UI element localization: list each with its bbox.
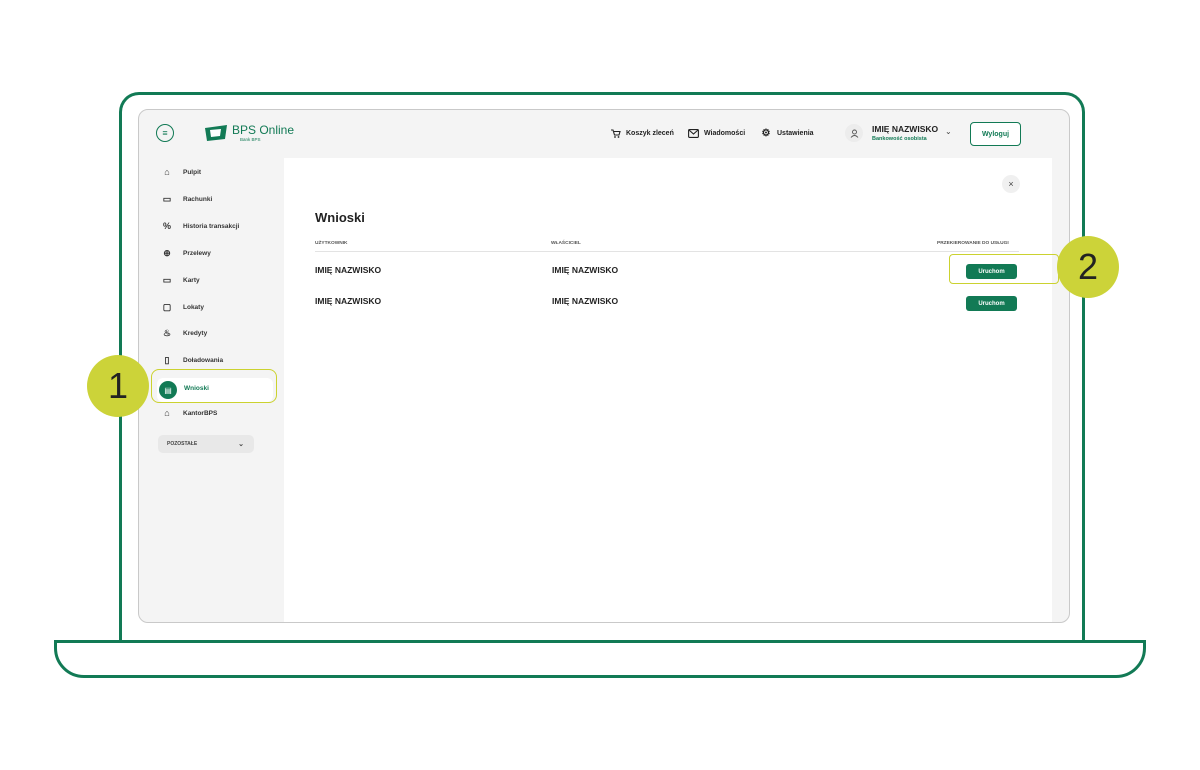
close-button[interactable]: × <box>1002 175 1020 193</box>
others-dropdown[interactable]: POZOSTAŁE ⌄ <box>158 435 254 453</box>
nav-settings[interactable]: ⚙ Ustawienia <box>760 127 814 139</box>
mail-icon <box>687 127 699 139</box>
deposit-icon: ▢ <box>162 301 172 312</box>
user-account-type: Bankowość osobista <box>872 136 927 142</box>
nav-settings-label: Ustawienia <box>777 129 814 137</box>
column-header-redirect: PRZEKIEROWANIE DO USŁUGI <box>937 241 1009 246</box>
menu-icon: ≡ <box>162 127 168 138</box>
sidebar-item-kantor[interactable]: ⌂ KantorBPS <box>161 406 217 420</box>
gear-icon: ⚙ <box>761 127 771 139</box>
sidebar-item-label: Pulpit <box>183 168 202 176</box>
close-icon: × <box>1008 179 1014 189</box>
card-icon: ▭ <box>162 274 172 285</box>
wallet-icon: ▭ <box>162 193 172 204</box>
sidebar-item-label: Doładowania <box>183 356 224 364</box>
logout-button[interactable]: Wyloguj <box>970 122 1021 146</box>
sidebar-item-rachunki[interactable]: ▭ Rachunki <box>161 192 213 206</box>
chevron-down-icon[interactable]: ⌄ <box>945 127 952 136</box>
row-owner: IMIĘ NAZWISKO <box>552 265 619 275</box>
home-icon: ⌂ <box>164 167 170 177</box>
launch-button[interactable]: Uruchom <box>966 296 1017 311</box>
step-badge-1: 1 <box>87 355 149 417</box>
hamburger-menu-button[interactable]: ≡ <box>156 124 174 142</box>
laptop-base <box>54 640 1146 678</box>
sidebar-item-karty[interactable]: ▭ Karty <box>161 273 200 287</box>
sidebar-item-label: Rachunki <box>183 195 213 203</box>
sidebar-item-label: Karty <box>183 276 200 284</box>
transfer-icon: ⊕ <box>163 247 171 258</box>
cart-icon <box>609 127 621 139</box>
step-badge-2: 2 <box>1057 236 1119 298</box>
row-user: IMIĘ NAZWISKO <box>315 296 382 306</box>
others-label: POZOSTAŁE <box>167 441 198 447</box>
nav-cart-label: Koszyk zleceń <box>626 129 674 137</box>
loan-icon: ♨ <box>162 327 172 338</box>
highlight-wnioski <box>151 369 277 403</box>
sidebar-item-lokaty[interactable]: ▢ Lokaty <box>161 300 204 314</box>
logo-subtitle: Bank BPS <box>240 137 261 142</box>
sidebar-item-label: Przelewy <box>183 249 211 257</box>
main-panel: × Wnioski UŻYTKOWNIK WŁAŚCICIEL PRZEKIER… <box>284 158 1052 622</box>
nav-cart[interactable]: Koszyk zleceń <box>609 127 674 139</box>
bps-logo-icon <box>205 125 227 141</box>
sidebar-item-przelewy[interactable]: ⊕ Przelewy <box>161 246 211 260</box>
sidebar-item-kredyty[interactable]: ♨ Kredyty <box>161 326 207 340</box>
logo-title: BPS Online <box>232 123 295 137</box>
chevron-down-icon: ⌄ <box>238 441 244 448</box>
column-header-user: UŻYTKOWNIK <box>315 241 348 246</box>
history-icon: % <box>162 221 171 231</box>
sidebar-item-label: Lokaty <box>183 303 204 311</box>
page-title: Wnioski <box>315 210 365 225</box>
user-name[interactable]: IMIĘ NAZWISKO <box>872 124 938 134</box>
table-divider <box>315 251 1019 252</box>
top-header: ≡ BPS Online Bank BPS Koszyk zleceń Wiad… <box>139 110 1069 156</box>
sidebar-item-label: KantorBPS <box>183 409 218 417</box>
column-header-owner: WŁAŚCICIEL <box>551 241 581 246</box>
user-avatar-icon[interactable] <box>845 124 863 142</box>
sidebar-item-doladowania[interactable]: ▯ Doładowania <box>161 353 224 367</box>
row-owner: IMIĘ NAZWISKO <box>552 296 619 306</box>
nav-messages-label: Wiadomości <box>704 129 746 137</box>
nav-messages[interactable]: Wiadomości <box>687 127 745 139</box>
phone-icon: ▯ <box>164 354 170 365</box>
app-screen: ≡ BPS Online Bank BPS Koszyk zleceń Wiad… <box>138 109 1070 623</box>
sidebar-item-pulpit[interactable]: ⌂ Pulpit <box>161 165 201 179</box>
exchange-icon: ⌂ <box>164 408 170 418</box>
sidebar-item-historia[interactable]: % Historia transakcji <box>161 219 239 233</box>
sidebar-item-label: Kredyty <box>183 329 208 337</box>
row-user: IMIĘ NAZWISKO <box>315 265 382 275</box>
sidebar-item-label: Historia transakcji <box>183 222 240 230</box>
highlight-launch-button <box>949 254 1059 284</box>
